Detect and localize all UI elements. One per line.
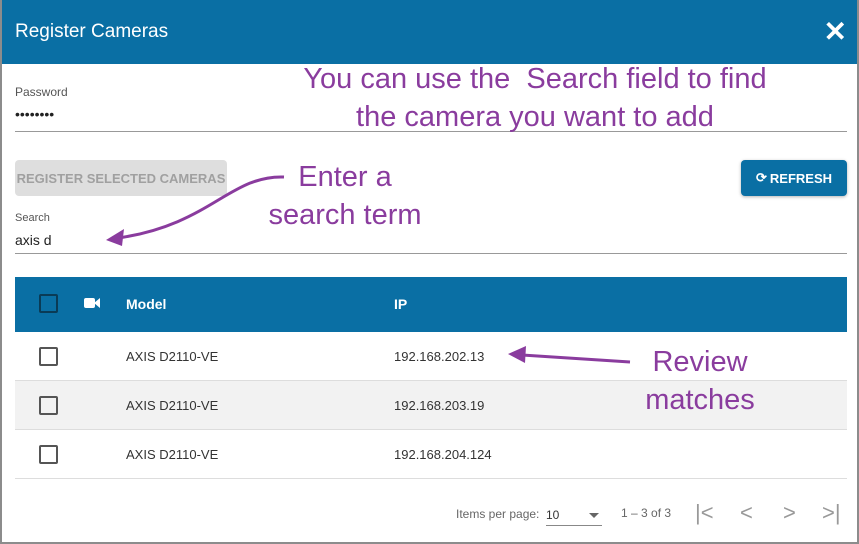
dialog-frame [0, 0, 859, 544]
